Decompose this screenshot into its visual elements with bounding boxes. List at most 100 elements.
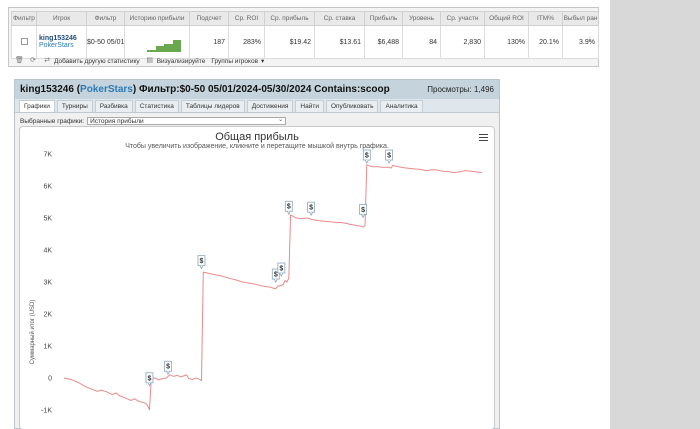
tab-leaderboards[interactable]: Таблицы лидеров <box>180 100 245 112</box>
chart-menu-icon[interactable] <box>479 134 488 141</box>
player-groups-dropdown[interactable]: Группы игроков ▾ <box>211 57 265 66</box>
stats-header-row: Фильтр Игрок Фильтр Историю прибыли Подс… <box>11 11 599 26</box>
profit-chart[interactable]: -1K 0 1K 2K 3K 4K 5K 6K 7K $ $ $ $ $ $ $ $ $ $ Суммарный … <box>19 126 495 429</box>
early-out-cell: 3.9% <box>562 25 599 59</box>
stats-toolbar: 🗑 ⟳ ⇄ Добавить другую статистику ▤ Визуа… <box>15 56 264 66</box>
scoop-flag-marker[interactable]: $ <box>284 200 293 216</box>
pin-icon[interactable]: ⇣ <box>587 35 593 43</box>
tab-graphs[interactable]: Графики <box>19 100 55 112</box>
panel-site-link[interactable]: PokerStars <box>80 84 133 95</box>
tab-find[interactable]: Найти <box>295 100 324 112</box>
marker-label: $ <box>148 375 152 382</box>
header-profit[interactable]: Прибыль <box>364 11 403 26</box>
y-axis-label: Суммарный итог (USD) <box>29 300 36 365</box>
graph-select-value: История прибыли <box>90 118 144 125</box>
header-filter[interactable]: Фильтр <box>86 11 125 26</box>
profit-history-sparkline <box>124 25 190 59</box>
itm-cell: 20.1% <box>528 25 563 59</box>
chart-title: Общая прибыль <box>215 131 299 143</box>
tab-statistics[interactable]: Статистика <box>134 100 179 112</box>
y-tick-label: 7K <box>43 152 52 159</box>
header-total-roi[interactable]: Общий ROI <box>484 11 529 26</box>
add-stat-label: Добавить другую статистику <box>54 57 140 65</box>
panel-player-name: king153246 <box>20 84 74 95</box>
marker-label: $ <box>387 153 391 160</box>
avg-profit-cell: $19.42 <box>264 25 315 59</box>
add-stat-button[interactable]: ⇄ Добавить другую статистику <box>43 57 140 65</box>
y-tick-label: -1K <box>41 408 52 415</box>
avg-entrants-cell: 2,830 <box>440 25 485 59</box>
y-tick-label: 1K <box>43 344 52 351</box>
sparkline-bar <box>164 44 173 52</box>
player-name-link[interactable]: king153246 <box>39 35 83 42</box>
y-tick-label: 2K <box>43 312 52 319</box>
header-avg-stake[interactable]: Ср. ставка <box>314 11 365 26</box>
header-player[interactable]: Игрок <box>36 11 87 26</box>
marker-label: $ <box>274 272 278 279</box>
views-counter: Просмотры: 1,496 <box>427 85 494 94</box>
graph-selector-row: Выбранные графики: История прибыли ⌄ <box>20 117 287 125</box>
scoop-flag-marker[interactable]: $ <box>307 201 315 217</box>
marker-label: $ <box>361 207 365 214</box>
y-tick-label: 6K <box>43 184 52 191</box>
visualize-button[interactable]: ▤ Визуализируйте <box>146 57 206 65</box>
marker-label: $ <box>309 205 313 212</box>
panel-filter-text: Фильтр:$0-50 05/01/2024-05/30/2024 Conta… <box>138 84 390 95</box>
right-gray-pane <box>610 0 700 429</box>
avg-stake-cell: $13.61 <box>314 25 365 59</box>
chart-icon: ▤ <box>146 57 153 64</box>
tab-tournaments[interactable]: Турниры <box>56 100 93 112</box>
chevron-down-icon: ⌄ <box>278 117 284 123</box>
refresh-icon[interactable]: ⟳ <box>29 57 37 65</box>
header-itm[interactable]: ITM% <box>528 11 563 26</box>
chart-svg: -1K01K2K3K4K5K6K7K $$$$$$ $ $$ $ Суммарный … <box>29 149 483 415</box>
player-cell: king153246 PokerStars <box>36 25 87 59</box>
marker-label: $ <box>279 266 283 273</box>
scoop-flag-marker[interactable]: $ <box>385 149 394 164</box>
header-avg-roi[interactable]: Ср. ROI <box>228 11 265 26</box>
header-avg-entrants[interactable]: Ср. участн <box>440 11 485 26</box>
row-checkbox[interactable] <box>20 38 28 46</box>
header-filter-check[interactable]: Фильтр <box>11 11 37 26</box>
player-groups-label: Группы игроков <box>211 57 259 65</box>
sparkline-chart <box>147 40 181 52</box>
chart-subtitle: Чтобы увеличить изображение, кликните и … <box>125 143 389 150</box>
level-cell: 84 <box>402 25 441 59</box>
total-roi-cell: 130% <box>484 25 529 59</box>
scoop-flag-marker[interactable]: $ <box>362 149 371 164</box>
scoop-flag-marker[interactable]: $ <box>197 255 206 270</box>
scoop-flag-marker[interactable]: $ <box>145 372 154 387</box>
row-checkbox-cell <box>11 25 37 59</box>
filter-cell: $0-50 05/01/2... 05/30/202... Contains:s <box>86 25 125 59</box>
marker-label: $ <box>200 258 204 265</box>
caret-down-icon: ▾ <box>261 58 265 65</box>
panel-tabs: Графики Турниры Разбивка Статистика Табл… <box>15 99 499 113</box>
player-site-link[interactable]: PokerStars <box>39 42 83 49</box>
graph-selector-label: Выбранные графики: <box>20 117 85 125</box>
tab-breakdown[interactable]: Разбивка <box>94 100 133 112</box>
stats-panel: Фильтр Игрок Фильтр Историю прибыли Подс… <box>8 7 599 67</box>
scoop-flag-marker[interactable]: $ <box>164 360 172 376</box>
y-tick-label: 4K <box>43 248 52 255</box>
y-tick-label: 0 <box>48 376 52 383</box>
visualize-label: Визуализируйте <box>156 57 206 65</box>
sparkline-bar <box>156 46 164 52</box>
header-early-out[interactable]: Выбыл ран <box>562 11 599 26</box>
table-row: king153246 PokerStars $0-50 05/01/2... 0… <box>11 25 599 59</box>
graph-select[interactable]: История прибыли ⌄ <box>87 117 287 125</box>
player-panel: king153246 (PokerStars) Фильтр:$0-50 05/… <box>14 79 500 429</box>
header-avg-profit[interactable]: Ср. прибыль <box>264 11 315 26</box>
header-count[interactable]: Подсчет <box>189 11 229 26</box>
count-cell: 187 <box>189 25 229 59</box>
trash-icon[interactable]: 🗑 <box>15 57 24 65</box>
profit-series-line <box>63 164 483 411</box>
header-level[interactable]: Уровень <box>402 11 441 26</box>
tab-achievements[interactable]: Достижения <box>246 100 294 112</box>
add-column-icon: ⇄ <box>44 57 50 64</box>
tab-analytics[interactable]: Аналитика <box>380 100 423 112</box>
tab-publish[interactable]: Опубликовать <box>325 100 379 112</box>
header-profit-history[interactable]: Историю прибыли <box>124 11 190 26</box>
marker-label: $ <box>365 153 369 160</box>
y-tick-label: 3K <box>43 280 52 287</box>
marker-label: $ <box>287 204 291 211</box>
